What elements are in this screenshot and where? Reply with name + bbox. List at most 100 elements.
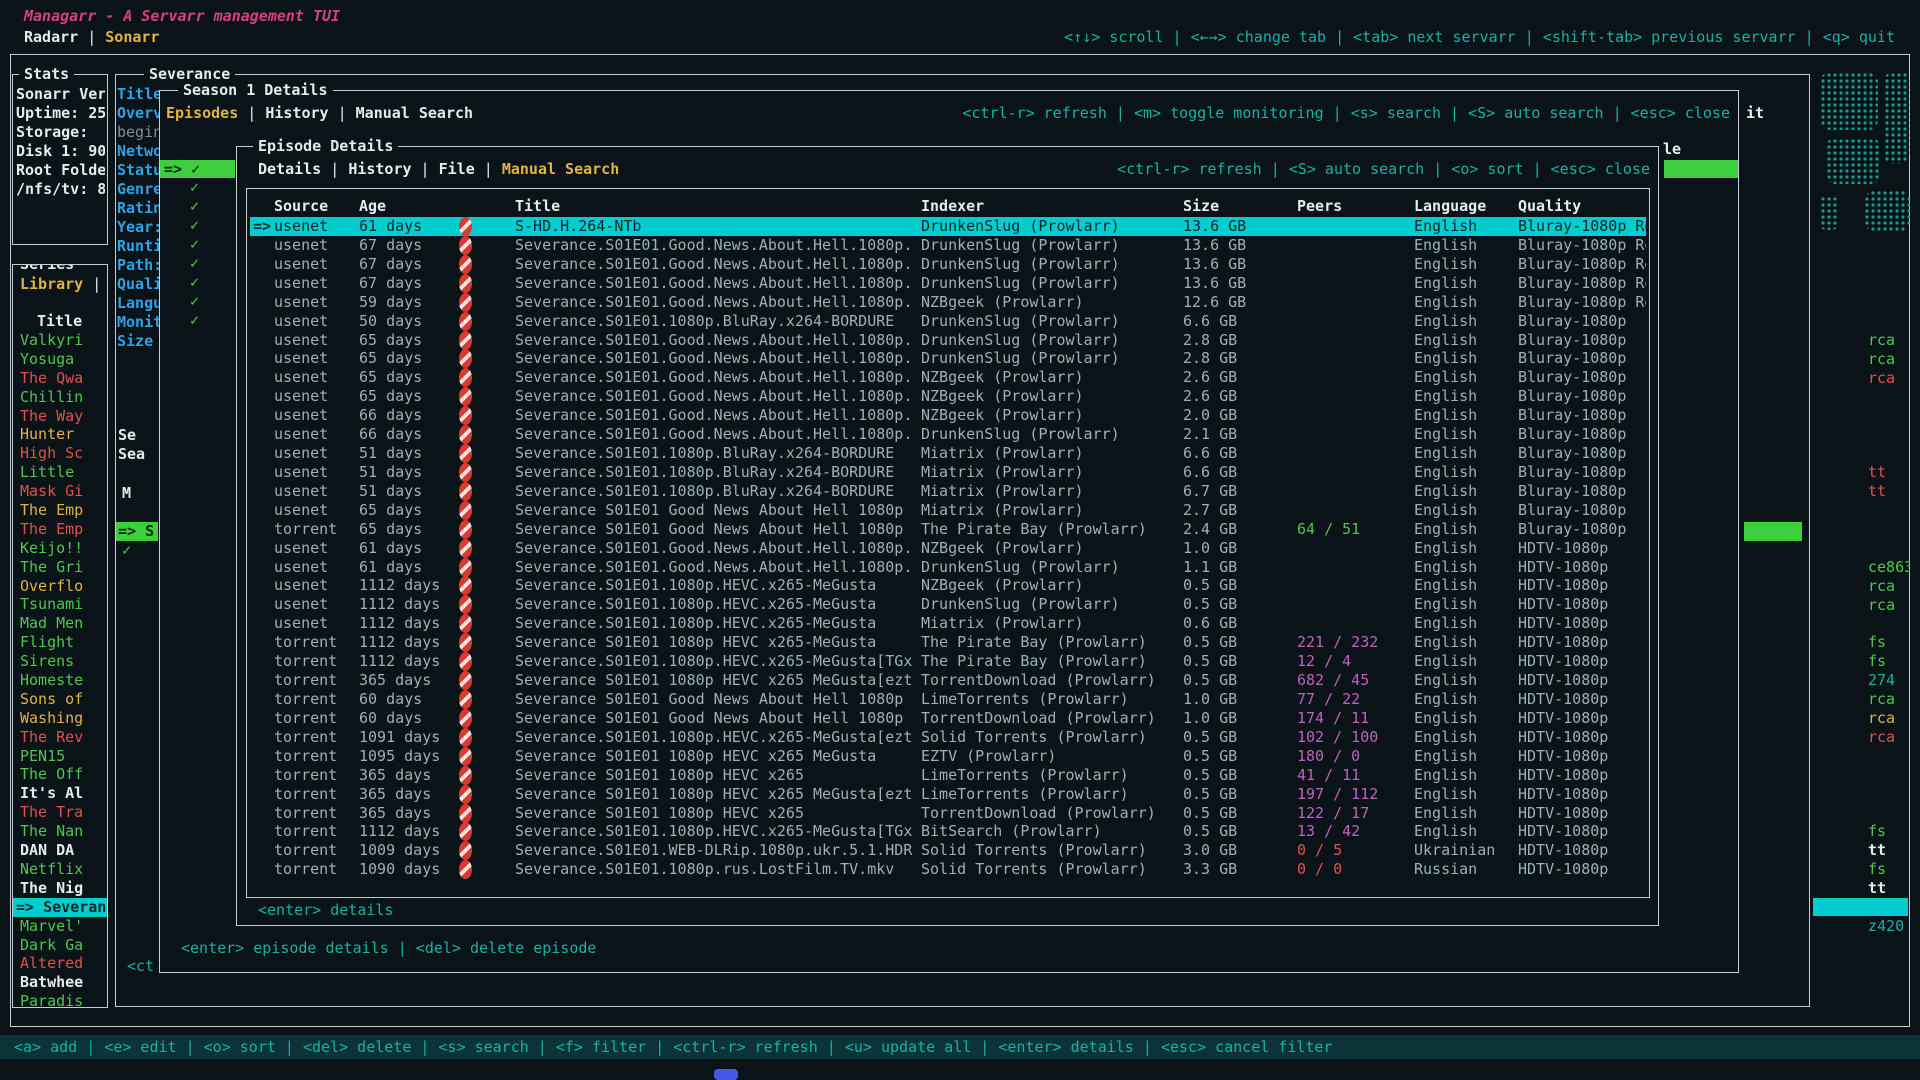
series-row[interactable]: Yosuga <box>13 350 107 369</box>
release-row[interactable]: usenet1112 daysSeverance.S01E01.1080p.HE… <box>250 614 1646 633</box>
series-row[interactable]: The Nan <box>13 822 107 841</box>
release-row[interactable]: torrent1009 daysSeverance.S01E01.WEB-DLR… <box>250 841 1646 860</box>
series-row[interactable]: Flight <box>13 633 107 652</box>
episode-row-fragment[interactable]: ✓ <box>160 235 235 254</box>
release-row[interactable]: usenet66 daysSeverance.S01E01.Good.News.… <box>250 406 1646 425</box>
selected-season-row[interactable]: => S <box>116 522 158 541</box>
release-row[interactable]: usenet1112 daysSeverance.S01E01.1080p.HE… <box>250 595 1646 614</box>
series-row[interactable]: The Tra <box>13 803 107 822</box>
season-tab-episodes[interactable]: Episodes <box>166 104 238 122</box>
release-row[interactable]: torrent365 daysSeverance S01E01 1080p HE… <box>250 766 1646 785</box>
episode-tab-history[interactable]: History <box>348 160 411 178</box>
episode-row-fragment[interactable]: => ✓ <box>160 160 235 179</box>
series-row[interactable]: Sons of <box>13 690 107 709</box>
release-row[interactable]: usenet61 daysSeverance.S01E01.Good.News.… <box>250 558 1646 577</box>
release-size: 2.0 GB <box>1183 406 1283 425</box>
release-row[interactable]: =>usenet61 daysS-HD.H.264-NTbDrunkenSlug… <box>250 217 1646 236</box>
release-indexer: NZBgeek (Prowlarr) <box>921 293 1177 312</box>
episode-row-fragment[interactable]: ✓ <box>160 197 235 216</box>
release-row[interactable]: usenet65 daysSeverance.S01E01.Good.News.… <box>250 349 1646 368</box>
release-row[interactable]: torrent1090 daysSeverance.S01E01.1080p.r… <box>250 860 1646 879</box>
release-source: torrent <box>274 766 358 785</box>
series-row[interactable]: Paradis <box>13 992 107 1008</box>
series-row[interactable]: High Sc <box>13 444 107 463</box>
series-row[interactable]: The Rev <box>13 728 107 747</box>
release-row[interactable]: usenet59 daysSeverance.S01E01.Good.News.… <box>250 293 1646 312</box>
release-row[interactable]: usenet61 daysSeverance.S01E01.Good.News.… <box>250 539 1646 558</box>
release-row[interactable]: usenet1112 daysSeverance.S01E01.1080p.HE… <box>250 576 1646 595</box>
series-row[interactable]: Netflix <box>13 860 107 879</box>
series-row[interactable]: Sirens <box>13 652 107 671</box>
episode-row-fragment[interactable]: ✓ <box>160 254 235 273</box>
series-row[interactable]: The Gri <box>13 558 107 577</box>
release-row[interactable]: torrent1112 daysSeverance.S01E01.1080p.H… <box>250 652 1646 671</box>
series-row[interactable]: Dark Ga <box>13 936 107 955</box>
series-row[interactable]: Mask Gi <box>13 482 107 501</box>
release-row[interactable]: torrent365 daysSeverance S01E01 1080p HE… <box>250 804 1646 823</box>
release-row[interactable]: usenet51 daysSeverance.S01E01.1080p.BluR… <box>250 482 1646 501</box>
servarr-tab-sonarr[interactable]: Sonarr <box>105 28 159 46</box>
episode-row-fragment[interactable]: ✓ <box>160 178 235 197</box>
series-row[interactable]: Altered <box>13 954 107 973</box>
series-row[interactable]: DAN DA <box>13 841 107 860</box>
release-row[interactable]: torrent1095 daysSeverance S01E01 1080p H… <box>250 747 1646 766</box>
release-row[interactable]: usenet67 daysSeverance.S01E01.Good.News.… <box>250 236 1646 255</box>
release-row[interactable]: torrent365 daysSeverance S01E01 1080p HE… <box>250 671 1646 690</box>
series-row[interactable]: Little <box>13 463 107 482</box>
series-row[interactable]: Valkyri <box>13 331 107 350</box>
season-tab-manual-search[interactable]: Manual Search <box>356 104 473 122</box>
season-tab-history[interactable]: History <box>265 104 328 122</box>
selected-series-row-fragment[interactable] <box>1813 898 1908 916</box>
release-row[interactable]: usenet67 daysSeverance.S01E01.Good.News.… <box>250 274 1646 293</box>
servarr-tab-radarr[interactable]: Radarr <box>24 28 78 46</box>
series-row[interactable]: The Emp <box>13 501 107 520</box>
selected-episode-row-fragment[interactable] <box>1664 160 1738 178</box>
selected-season-row-fragment[interactable] <box>1744 522 1802 541</box>
series-row[interactable]: Washing <box>13 709 107 728</box>
release-row[interactable]: usenet50 daysSeverance.S01E01.1080p.BluR… <box>250 312 1646 331</box>
tab-library[interactable]: Library <box>20 275 83 293</box>
series-row[interactable]: The Off <box>13 765 107 784</box>
episode-tab-details[interactable]: Details <box>258 160 321 178</box>
episode-tab-manual-search[interactable]: Manual Search <box>502 160 619 178</box>
series-row[interactable]: Tsunami <box>13 595 107 614</box>
episode-row-fragment[interactable]: ✓ <box>160 292 235 311</box>
release-row[interactable]: usenet65 daysSeverance.S01E01.Good.News.… <box>250 368 1646 387</box>
release-row[interactable]: usenet65 daysSeverance S01E01 Good News … <box>250 501 1646 520</box>
release-source: usenet <box>274 368 358 387</box>
release-peers <box>1297 274 1407 293</box>
series-row[interactable]: It's Al <box>13 784 107 803</box>
series-row[interactable]: Mad Men <box>13 614 107 633</box>
series-row[interactable]: The Nig <box>13 879 107 898</box>
release-row[interactable]: torrent65 daysSeverance S01E01 Good News… <box>250 520 1646 539</box>
release-row[interactable]: torrent1091 daysSeverance.S01E01.1080p.H… <box>250 728 1646 747</box>
series-row[interactable]: Hunter <box>13 425 107 444</box>
series-row[interactable]: Chillin <box>13 388 107 407</box>
episode-row-fragment[interactable]: ✓ <box>160 273 235 292</box>
release-row[interactable]: usenet67 daysSeverance.S01E01.Good.News.… <box>250 255 1646 274</box>
series-row[interactable]: PEN15 <box>13 747 107 766</box>
release-row[interactable]: torrent1112 daysSeverance S01E01 1080p H… <box>250 633 1646 652</box>
episode-tab-file[interactable]: File <box>439 160 475 178</box>
series-row[interactable]: The Qwa <box>13 369 107 388</box>
release-row[interactable]: usenet66 daysSeverance.S01E01.Good.News.… <box>250 425 1646 444</box>
release-indexer: TorrentDownload (Prowlarr) <box>921 804 1177 823</box>
release-row[interactable]: torrent60 daysSeverance S01E01 Good News… <box>250 690 1646 709</box>
series-row[interactable]: Batwhee <box>13 973 107 992</box>
episode-row-fragment[interactable]: ✓ <box>160 216 235 235</box>
series-row[interactable]: The Emp <box>13 520 107 539</box>
release-row[interactable]: usenet51 daysSeverance.S01E01.1080p.BluR… <box>250 444 1646 463</box>
release-row[interactable]: torrent1112 daysSeverance.S01E01.1080p.H… <box>250 822 1646 841</box>
episode-row-fragment[interactable]: ✓ <box>160 311 235 330</box>
series-row[interactable]: => Severan <box>13 898 107 917</box>
series-row[interactable]: Marvel' <box>13 917 107 936</box>
release-row[interactable]: usenet65 daysSeverance.S01E01.Good.News.… <box>250 387 1646 406</box>
series-row[interactable]: Homeste <box>13 671 107 690</box>
series-row[interactable]: Keijo!! <box>13 539 107 558</box>
release-row[interactable]: usenet65 daysSeverance.S01E01.Good.News.… <box>250 331 1646 350</box>
series-row[interactable]: Overflo <box>13 577 107 596</box>
release-row[interactable]: usenet51 daysSeverance.S01E01.1080p.BluR… <box>250 463 1646 482</box>
release-row[interactable]: torrent365 daysSeverance S01E01 1080p HE… <box>250 785 1646 804</box>
release-row[interactable]: torrent60 daysSeverance S01E01 Good News… <box>250 709 1646 728</box>
series-row[interactable]: The Way <box>13 407 107 426</box>
